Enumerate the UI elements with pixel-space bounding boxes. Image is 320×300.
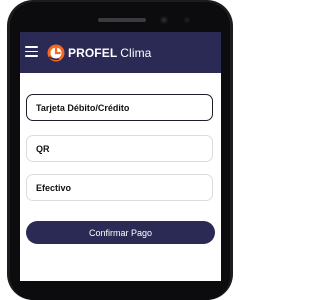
logo-text: PROFEL Clima [68, 46, 151, 60]
hamburger-menu-icon[interactable] [25, 46, 38, 57]
payment-option-label: Tarjeta Débito/Crédito [36, 102, 130, 113]
payment-option-qr[interactable]: QR [26, 135, 213, 162]
phone-speaker [98, 18, 146, 22]
payment-option-card[interactable]: Tarjeta Débito/Crédito [26, 94, 213, 121]
payment-option-label: QR [36, 143, 50, 154]
payment-option-cash[interactable]: Efectivo [26, 174, 213, 201]
app-logo: PROFEL Clima [47, 42, 151, 64]
proximity-sensor-icon [184, 17, 190, 23]
logo-brand: PROFEL [68, 46, 118, 60]
app-screen: PROFEL Clima Tarjeta Débito/Crédito QR Ef… [20, 32, 221, 281]
profel-logo-icon [47, 44, 65, 62]
front-camera-icon [160, 16, 168, 24]
payment-option-label: Efectivo [36, 182, 72, 193]
confirm-payment-button[interactable]: Confirmar Pago [26, 221, 215, 244]
logo-brand-suffix: Clima [120, 46, 152, 60]
app-header: PROFEL Clima [20, 32, 221, 73]
